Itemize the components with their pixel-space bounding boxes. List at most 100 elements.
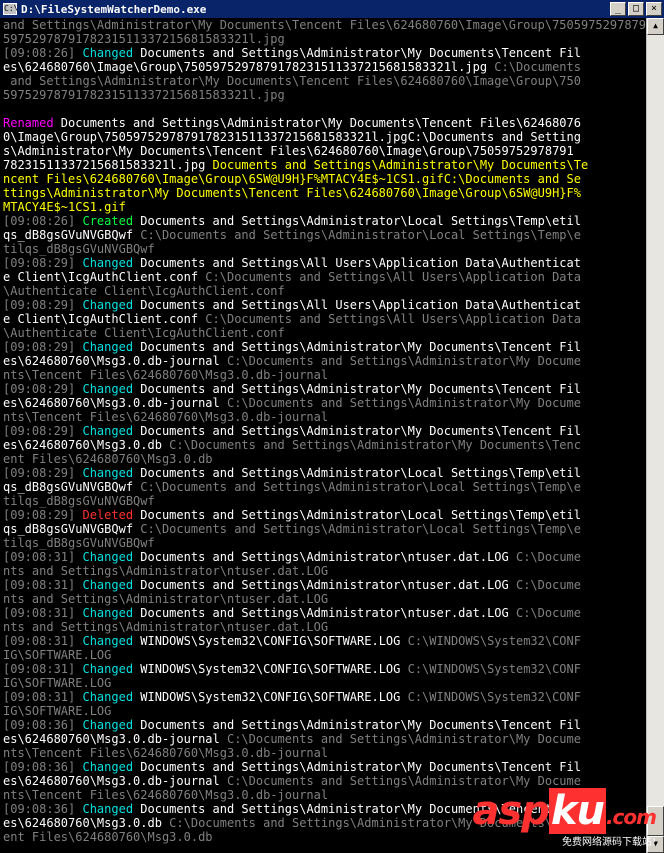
- console-text-segment: qs_dB8gsGVuNVGBQwf: [3, 228, 141, 242]
- console-text-segment: C:\Documents: [494, 60, 581, 74]
- window-controls: _ □ ×: [610, 2, 662, 16]
- console-line: 0\Image\Group\75059752978791782315113372…: [0, 130, 646, 144]
- scroll-up-button[interactable]: ▲: [647, 18, 664, 35]
- console-text-segment: es\624680760\Msg3.0.db-journal: [3, 396, 227, 410]
- console-text-segment: es\624680760\Msg3.0.db: [3, 816, 170, 830]
- console-text-segment: Deleted: [82, 508, 141, 522]
- console-line: [09:08:31] Changed WINDOWS\System32\CONF…: [0, 690, 646, 704]
- console-text-segment: Documents and Settings\Administrator\ntu…: [140, 578, 516, 592]
- console-line: [09:08:29] Changed Documents and Setting…: [0, 382, 646, 396]
- console-text-segment: C:\Documents and Settings\Administrator\…: [226, 396, 581, 410]
- console-line: tilqs_dB8gsGVuNVGBQwf: [0, 494, 646, 508]
- console-text-segment: [09:08:29]: [3, 382, 83, 396]
- console-text-segment: Renamed: [3, 116, 61, 130]
- console-text-segment: Documents and Settings\All Users\Applica…: [140, 256, 581, 270]
- console-line: tilqs_dB8gsGVuNVGBQwf: [0, 242, 646, 256]
- console-text-segment: WINDOWS\System32\CONFIG\SOFTWARE.LOG: [140, 690, 408, 704]
- console-line: [09:08:26] Created Documents and Setting…: [0, 214, 646, 228]
- watermark: aspku .com 免费网络源码下载站!: [472, 788, 657, 849]
- console-text-segment: tilqs_dB8gsGVuNVGBQwf: [3, 536, 155, 550]
- console-text-segment: [09:08:31]: [3, 606, 83, 620]
- console-output[interactable]: and Settings\Administrator\My Documents\…: [0, 18, 646, 853]
- console-line: qs_dB8gsGVuNVGBQwf C:\Documents and Sett…: [0, 228, 646, 242]
- console-text-segment: [09:08:29]: [3, 340, 83, 354]
- watermark-logo: aspku .com: [472, 788, 657, 837]
- console-line: [09:08:29] Deleted Documents and Setting…: [0, 508, 646, 522]
- console-text-segment: and Settings\Administrator\My Documents\…: [3, 18, 646, 32]
- vertical-scrollbar[interactable]: ▲ ▼: [646, 18, 664, 853]
- watermark-subtitle: 免费网络源码下载站!: [561, 837, 656, 848]
- console-text-segment: Changed: [82, 550, 141, 564]
- console-line: es\624680760\Msg3.0.db-journal C:\Docume…: [0, 396, 646, 410]
- console-text-segment: and Settings\Administrator\My Documents\…: [3, 74, 581, 88]
- console-text-segment: Changed: [82, 340, 141, 354]
- console-text-segment: Changed: [82, 690, 141, 704]
- console-text-segment: qs_dB8gsGVuNVGBQwf: [3, 522, 141, 536]
- console-text-segment: es\624680760\Msg3.0.db-journal: [3, 774, 227, 788]
- console-text-segment: C:\Documents and Settings\Administrator\…: [226, 354, 581, 368]
- console-line: \Authenticate Client\IcgAuthClient.conf: [0, 284, 646, 298]
- console-text-segment: Changed: [82, 382, 141, 396]
- console-text-segment: Changed: [82, 662, 141, 676]
- console-line: qs_dB8gsGVuNVGBQwf C:\Documents and Sett…: [0, 480, 646, 494]
- console-line: and Settings\Administrator\My Documents\…: [0, 74, 646, 88]
- console-text-segment: [09:08:26]: [3, 214, 83, 228]
- console-text-segment: C:\Documents and Settings\Administrator\…: [140, 480, 581, 494]
- console-text-segment: C:\Documents and Settings\Administrator\…: [140, 522, 581, 536]
- console-text-segment: nts\Tencent Files\624680760\Msg3.0.db-jo…: [3, 410, 329, 424]
- console-text-segment: WINDOWS\System32\CONFIG\SOFTWARE.LOG: [140, 662, 408, 676]
- console-line: es\624680760\Msg3.0.db-journal C:\Docume…: [0, 732, 646, 746]
- console-text-segment: Documents and Settings\Administrator\ntu…: [140, 550, 516, 564]
- console-text-segment: Changed: [82, 578, 141, 592]
- console-text-segment: Changed: [82, 46, 141, 60]
- console-text-segment: s\Administrator\My Documents\Tencent Fil…: [3, 144, 574, 158]
- console-line: [09:08:29] Changed Documents and Setting…: [0, 340, 646, 354]
- console-text-segment: 0\Image\Group\75059752978791782315113372…: [3, 130, 581, 144]
- console-text-segment: Documents and Settings\Administrator\My …: [140, 424, 581, 438]
- console-text-segment: IG\SOFTWARE.LOG: [3, 676, 112, 690]
- console-line: 78231511337215681583321l.jpg Documents a…: [0, 158, 646, 172]
- console-line: [09:08:31] Changed Documents and Setting…: [0, 578, 646, 592]
- console-text-segment: [09:08:29]: [3, 424, 83, 438]
- close-button[interactable]: ×: [646, 2, 662, 16]
- console-text-segment: C:\WINDOWS\System32\CONF: [407, 662, 581, 676]
- console-line: IG\SOFTWARE.LOG: [0, 648, 646, 662]
- console-text-segment: [09:08:26]: [3, 46, 83, 60]
- console-app-icon[interactable]: C:\: [3, 3, 18, 15]
- console-text-segment: C:\Documents and Settings\Administrator\…: [226, 774, 581, 788]
- console-text-segment: C:\Documents and Settings\All Users\Appl…: [205, 312, 581, 326]
- console-text-segment: [09:08:31]: [3, 634, 83, 648]
- console-text-segment: MTACY4E$~1CS1.gif: [3, 200, 126, 214]
- console-text-segment: 5975297879178231511337215681583321l.jpg: [3, 88, 285, 102]
- maximize-button[interactable]: □: [628, 2, 644, 16]
- console-text-segment: Documents and Settings\Administrator\Loc…: [140, 214, 581, 228]
- console-line: [09:08:31] Changed WINDOWS\System32\CONF…: [0, 662, 646, 676]
- console-text-segment: Documents and Settings\Administrator\My …: [140, 340, 581, 354]
- console-line: nts\Tencent Files\624680760\Msg3.0.db-jo…: [0, 746, 646, 760]
- console-text-segment: 78231511337215681583321l.jpg: [3, 158, 213, 172]
- console-text-segment: tilqs_dB8gsGVuNVGBQwf: [3, 494, 155, 508]
- watermark-logo-b: ku: [548, 788, 606, 834]
- console-line: 5975297879178231511337215681583321l.jpg: [0, 88, 646, 102]
- title-bar[interactable]: C:\ D:\FileSystemWatcherDemo.exe _ □ ×: [0, 0, 664, 18]
- console-line: [09:08:29] Changed Documents and Setting…: [0, 298, 646, 312]
- console-text-segment: Documents and Settings\Administrator\Loc…: [140, 508, 581, 522]
- console-text-segment: IG\SOFTWARE.LOG: [3, 704, 112, 718]
- console-text-segment: es\624680760\Msg3.0.db-journal: [3, 354, 227, 368]
- console-text-segment: C:\WINDOWS\System32\CONF: [407, 690, 581, 704]
- console-text-segment: Changed: [82, 634, 141, 648]
- window-title: D:\FileSystemWatcherDemo.exe: [21, 2, 207, 16]
- console-text-segment: IG\SOFTWARE.LOG: [3, 648, 112, 662]
- console-line: [09:08:31] Changed WINDOWS\System32\CONF…: [0, 634, 646, 648]
- console-text-segment: Changed: [82, 802, 141, 816]
- console-text-segment: Changed: [82, 466, 141, 480]
- console-text-segment: \Authenticate Client\IcgAuthClient.conf: [3, 326, 285, 340]
- console-text-segment: C:\Docume: [515, 550, 581, 564]
- console-text-segment: tilqs_dB8gsGVuNVGBQwf: [3, 242, 155, 256]
- console-text-segment: Changed: [82, 718, 141, 732]
- console-line: MTACY4E$~1CS1.gif: [0, 200, 646, 214]
- minimize-button[interactable]: _: [610, 2, 626, 16]
- console-line: nts and Settings\Administrator\ntuser.da…: [0, 620, 646, 634]
- console-line: tilqs_dB8gsGVuNVGBQwf: [0, 536, 646, 550]
- console-text-segment: [09:08:31]: [3, 662, 83, 676]
